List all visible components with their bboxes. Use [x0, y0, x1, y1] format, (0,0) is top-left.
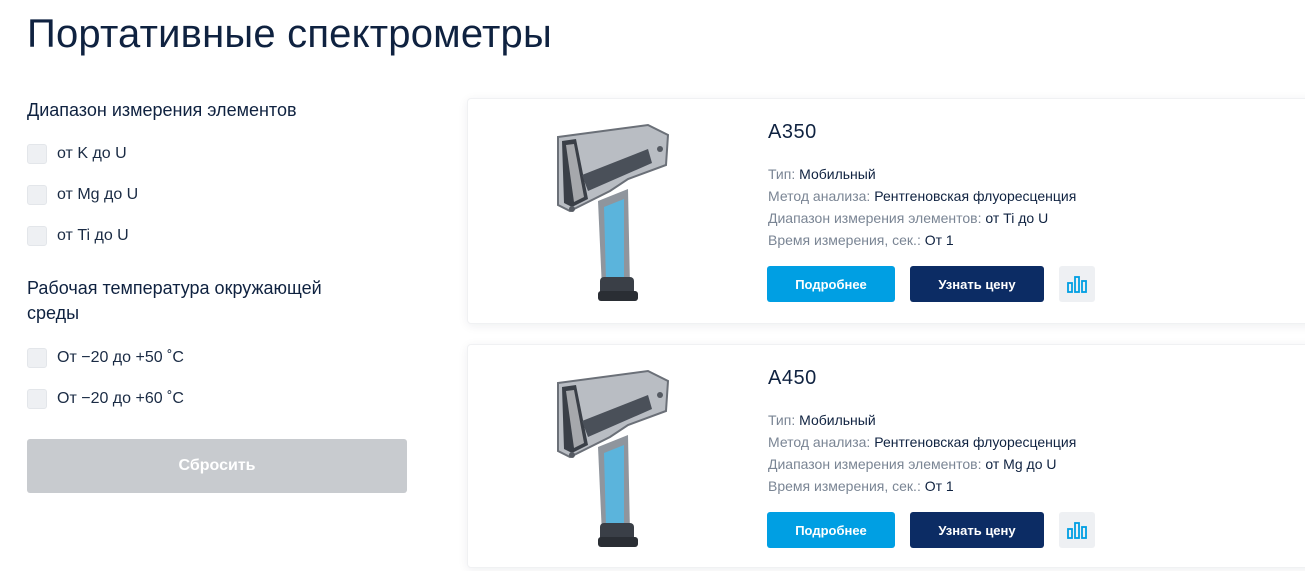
- filter-option-label: от Mg до U: [57, 186, 139, 203]
- product-name[interactable]: A450: [768, 367, 817, 390]
- filter-option-label: От −20 до +50 ˚C: [57, 349, 184, 366]
- filter-option-label: От −20 до +60 ˚C: [57, 390, 184, 407]
- get-price-button[interactable]: Узнать цену: [910, 512, 1044, 548]
- filter-option-temp-60[interactable]: От −20 до +60 ˚C: [27, 389, 184, 409]
- spec-time: Время измерения, сек.: От 1: [768, 478, 954, 494]
- reset-button[interactable]: Сбросить: [27, 439, 407, 493]
- page: Портативные спектрометры Диапазон измере…: [0, 0, 1305, 571]
- filter-option-temp-50[interactable]: От −20 до +50 ˚C: [27, 348, 184, 368]
- product-card: A350 Тип: Мобильный Метод анализа: Рентг…: [467, 98, 1305, 324]
- details-button[interactable]: Подробнее: [767, 512, 895, 548]
- filter-option-label: от K до U: [57, 145, 127, 162]
- checkbox[interactable]: [27, 348, 47, 368]
- checkbox[interactable]: [27, 144, 47, 164]
- product-specs: Тип: Мобильный Метод анализа: Рентгеновс…: [768, 409, 1076, 497]
- spec-method: Метод анализа: Рентгеновская флуоресценц…: [768, 434, 1077, 450]
- filter-title-range: Диапазон измерения элементов: [27, 100, 297, 120]
- spec-time: Время измерения, сек.: От 1: [768, 232, 954, 248]
- filter-option-mg-u[interactable]: от Mg до U: [27, 185, 138, 205]
- filter-title-temperature: Рабочая температура окружающей среды: [27, 278, 322, 323]
- bar-chart-icon: [1067, 276, 1087, 293]
- filter-option-k-u[interactable]: от K до U: [27, 144, 127, 164]
- spectrometer-image[interactable]: [548, 119, 678, 305]
- product-name[interactable]: A350: [768, 121, 817, 144]
- product-specs: Тип: Мобильный Метод анализа: Рентгеновс…: [768, 163, 1076, 251]
- get-price-button[interactable]: Узнать цену: [910, 266, 1044, 302]
- page-title: Портативные спектрометры: [27, 12, 552, 56]
- compare-button[interactable]: [1059, 512, 1095, 548]
- spec-range: Диапазон измерения элементов: от Ti до U: [768, 210, 1049, 226]
- checkbox[interactable]: [27, 389, 47, 409]
- checkbox[interactable]: [27, 226, 47, 246]
- spec-type: Тип: Мобильный: [768, 166, 876, 182]
- checkbox[interactable]: [27, 185, 47, 205]
- spectrometer-image[interactable]: [548, 365, 678, 551]
- spec-type: Тип: Мобильный: [768, 412, 876, 428]
- product-card: A450 Тип: Мобильный Метод анализа: Рентг…: [467, 344, 1305, 568]
- filter-option-label: от Ti до U: [57, 227, 129, 244]
- compare-button[interactable]: [1059, 266, 1095, 302]
- spec-method: Метод анализа: Рентгеновская флуоресценц…: [768, 188, 1077, 204]
- filter-option-ti-u[interactable]: от Ti до U: [27, 226, 129, 246]
- spec-range: Диапазон измерения элементов: от Mg до U: [768, 456, 1057, 472]
- details-button[interactable]: Подробнее: [767, 266, 895, 302]
- bar-chart-icon: [1067, 522, 1087, 539]
